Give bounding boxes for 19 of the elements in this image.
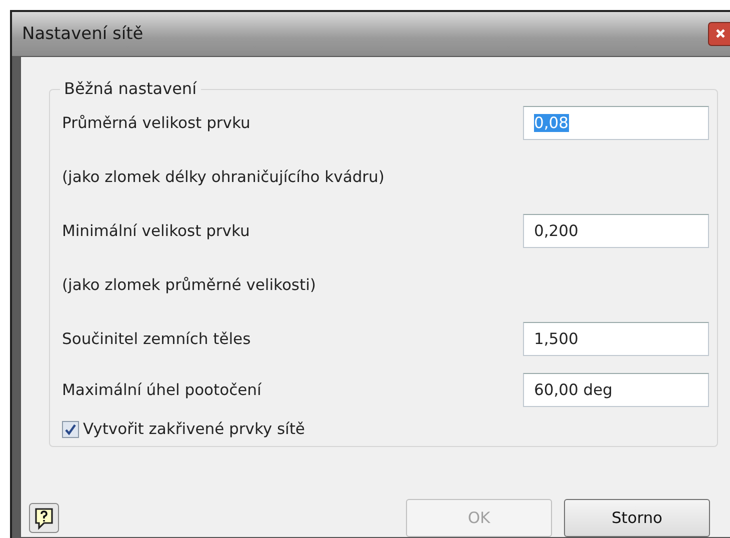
close-icon[interactable] — [708, 22, 730, 46]
hint-text: (jako zlomek průměrné velikosti) — [62, 276, 316, 294]
field-value: 0,08 — [534, 114, 569, 132]
input-field[interactable]: 0,200 — [523, 214, 709, 248]
hint-text: (jako zlomek délky ohraničujícího kvádru) — [62, 168, 384, 186]
window-title: Nastavení sítě — [22, 24, 144, 44]
field-value: 60,00 deg — [534, 381, 613, 399]
field-label: Minimální velikost prvku — [62, 222, 250, 240]
dialog-button[interactable]: Storno — [564, 499, 710, 537]
field-label: Maximální úhel pootočení — [62, 381, 262, 399]
field-label: Součinitel zemních těles — [62, 330, 251, 348]
help-icon[interactable] — [29, 503, 59, 533]
field-value: 1,500 — [534, 330, 578, 348]
input-field[interactable]: 1,500 — [523, 322, 709, 356]
field-value: 0,200 — [534, 222, 578, 240]
checkbox[interactable] — [62, 420, 79, 438]
checkbox-label[interactable]: Vytvořit zakřivené prvky sítě — [83, 420, 305, 438]
field-label: Průměrná velikost prvku — [62, 114, 250, 132]
input-field[interactable]: 60,00 deg — [523, 373, 709, 407]
